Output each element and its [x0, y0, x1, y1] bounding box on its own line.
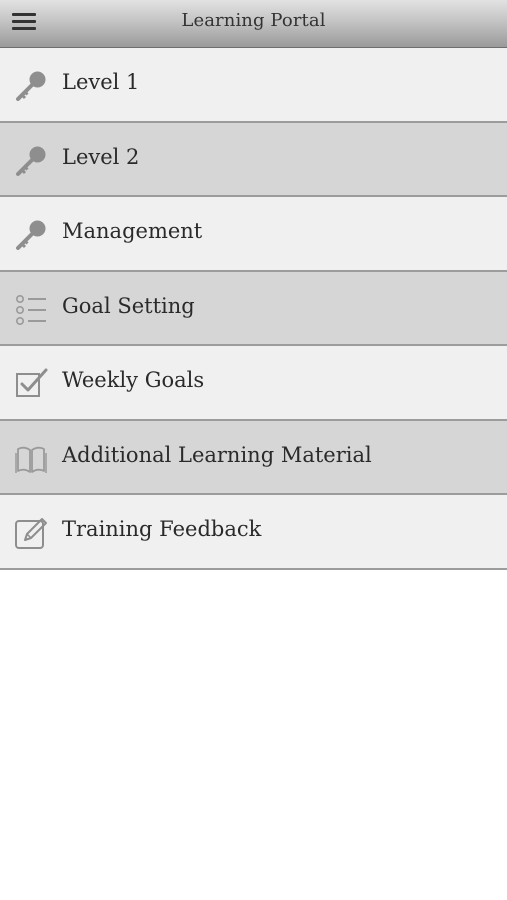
menu-item-label: Goal Setting — [62, 293, 195, 318]
edit-pencil-icon — [13, 515, 49, 551]
page-title: Learning Portal — [181, 10, 326, 31]
menu-item-goal-setting[interactable]: Goal Setting — [0, 271, 507, 346]
checklist-icon — [13, 292, 49, 328]
checkbox-checked-icon — [13, 366, 49, 402]
key-icon — [13, 68, 49, 104]
menu-item-level-1[interactable]: Level 1 — [0, 48, 507, 123]
key-icon — [13, 217, 49, 253]
menu-item-weekly-goals[interactable]: Weekly Goals — [0, 346, 507, 421]
menu-item-training-feedback[interactable]: Training Feedback — [0, 495, 507, 570]
menu-item-label: Training Feedback — [62, 517, 262, 541]
menu-item-label: Management — [62, 219, 203, 243]
app-header: Learning Portal — [0, 0, 507, 48]
open-book-icon — [13, 441, 49, 477]
menu-item-label: Weekly Goals — [62, 368, 205, 392]
menu-item-label: Level 1 — [62, 70, 140, 94]
menu-list: Level 1 Level 2 Management Goal Setting … — [0, 48, 507, 570]
menu-item-management[interactable]: Management — [0, 197, 507, 272]
menu-item-label: Additional Learning Material — [62, 442, 372, 467]
menu-item-additional-learning-material[interactable]: Additional Learning Material — [0, 420, 507, 495]
menu-item-level-2[interactable]: Level 2 — [0, 122, 507, 197]
menu-item-label: Level 2 — [62, 144, 140, 169]
key-icon — [13, 143, 49, 179]
